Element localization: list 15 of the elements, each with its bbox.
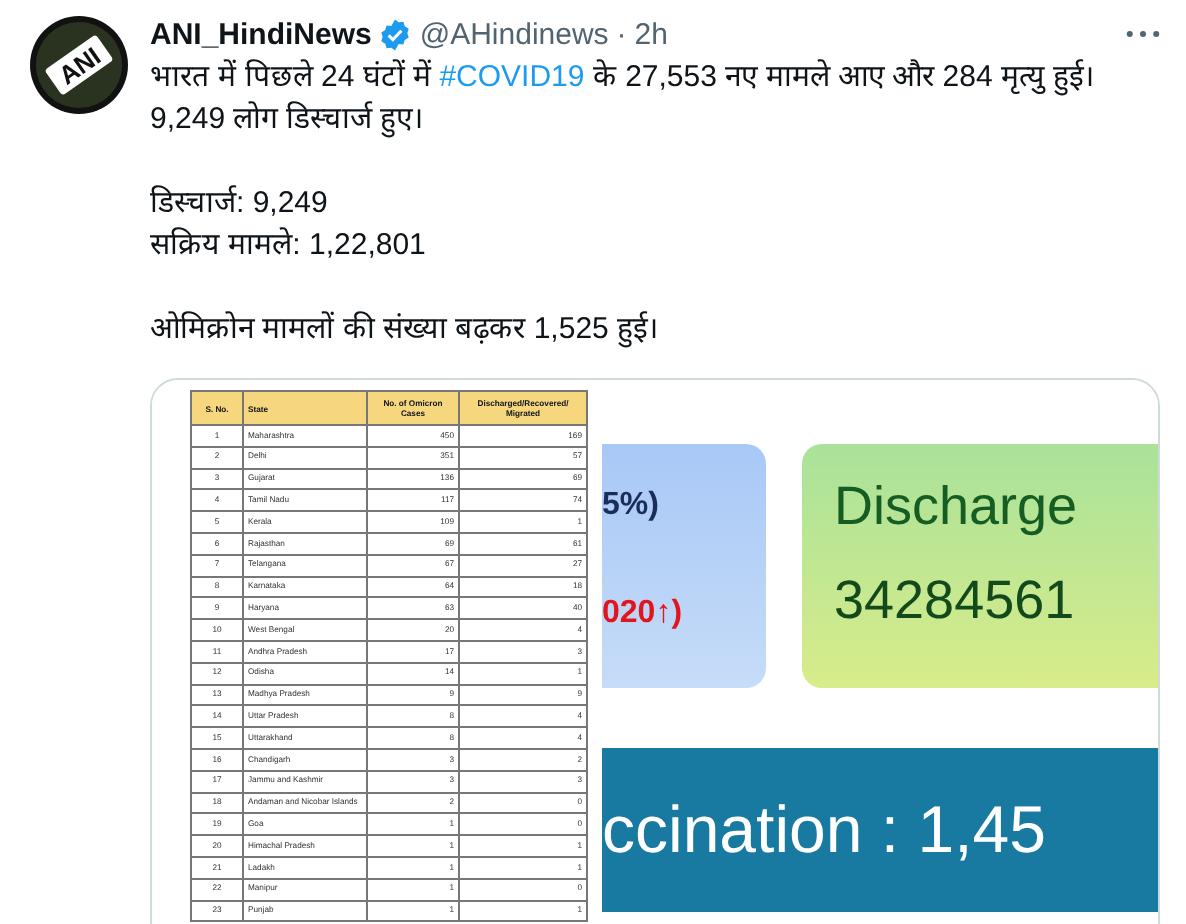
stat-value: 34284561 bbox=[834, 570, 1077, 632]
tweet-time[interactable]: 2h bbox=[634, 17, 668, 51]
stat-change: 020↑) bbox=[602, 596, 685, 632]
banner-text: ccination : 1,45 bbox=[602, 792, 1046, 868]
avatar-logo[interactable]: ANI bbox=[30, 16, 128, 114]
tweet-text: भारत में पिछले 24 घंटों में #COVID19 के 27,553 नए मामले आए और 284 मृत्यु हुई। 9,249 लोग डिस्चार्ज हुए। bbox=[150, 57, 1098, 140]
more-icon[interactable] bbox=[1126, 30, 1160, 38]
separator-dot: · bbox=[616, 17, 627, 51]
author-handle[interactable]: @AHindinews bbox=[419, 17, 609, 51]
tweet-text: सक्रिय मामले: 1,22,801 bbox=[150, 225, 428, 266]
tweet-text: डिस्चार्ज: 9,249 bbox=[150, 183, 330, 224]
author-name[interactable]: ANI_HindiNews bbox=[150, 17, 372, 51]
stat-title: Discharge bbox=[834, 476, 1080, 538]
tweet-text: ओमिक्रोन मामलों की संख्या बढ़कर 1,525 हुई। bbox=[150, 309, 662, 350]
stat-text: 5%) bbox=[602, 488, 661, 524]
